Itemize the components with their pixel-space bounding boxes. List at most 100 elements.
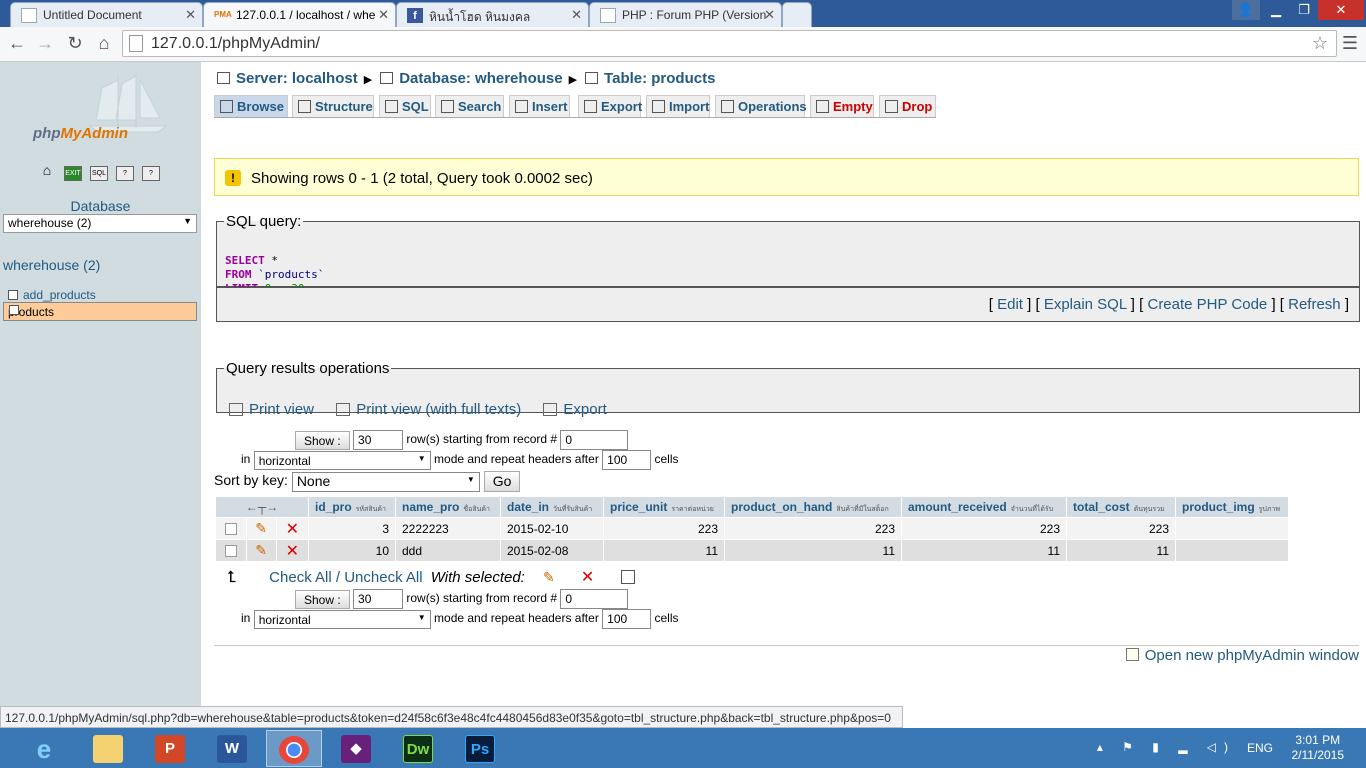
delete-icon[interactable]: ✕: [286, 521, 299, 538]
pencil-icon[interactable]: ✎: [255, 542, 267, 558]
show-button[interactable]: Show :: [295, 589, 350, 609]
delete-icon[interactable]: ✕: [581, 569, 594, 586]
database-heading[interactable]: wherehouse (2): [3, 257, 100, 273]
visual-studio-icon[interactable]: ◆: [328, 730, 384, 767]
database-select[interactable]: wherehouse (2) ▼: [3, 214, 197, 233]
export-icon[interactable]: [620, 570, 635, 584]
column-header[interactable]: date_in วันที่รับสินค้า: [501, 497, 603, 517]
file-explorer-icon[interactable]: [80, 730, 136, 767]
column-header[interactable]: id_pro รหัสสินค้า: [309, 497, 395, 517]
chrome-icon[interactable]: [266, 730, 322, 767]
table-cell[interactable]: 223: [604, 518, 724, 539]
tab-import[interactable]: Import: [646, 95, 710, 117]
repeat-input[interactable]: 100: [602, 609, 652, 629]
start-record-input[interactable]: 0: [560, 430, 629, 450]
table-cell[interactable]: 3: [309, 518, 395, 539]
breadcrumb-table[interactable]: Table: products: [604, 70, 715, 87]
column-name[interactable]: date_in: [507, 500, 549, 514]
column-name[interactable]: id_pro: [315, 500, 352, 514]
close-icon[interactable]: ✕: [185, 7, 196, 23]
column-name[interactable]: name_pro: [402, 500, 459, 514]
close-icon[interactable]: ✕: [571, 7, 582, 23]
create-php-code-link[interactable]: Create PHP Code: [1147, 296, 1267, 313]
restore-icon[interactable]: ❐: [1290, 0, 1318, 20]
table-cell[interactable]: 2015-02-10: [501, 518, 603, 539]
forward-icon[interactable]: →: [34, 33, 56, 54]
tab-search[interactable]: Search: [435, 95, 504, 117]
table-cell[interactable]: 11: [604, 540, 724, 561]
column-header[interactable]: product_img รูปภาพ: [1176, 497, 1288, 517]
column-name[interactable]: amount_received: [908, 500, 1007, 514]
ie-icon[interactable]: e: [16, 730, 72, 767]
pencil-icon[interactable]: ✎: [543, 569, 555, 585]
address-bar[interactable]: 127.0.0.1/phpMyAdmin/ ☆: [122, 30, 1337, 57]
column-header[interactable]: product_on_hand สินค้าที่มีในสต็อก: [725, 497, 901, 517]
tab-browse[interactable]: Browse: [214, 95, 288, 117]
language-indicator[interactable]: ENG: [1247, 741, 1273, 755]
column-header[interactable]: amount_received จำนวนที่ได้รับ: [902, 497, 1066, 517]
browser-tab-3[interactable]: f หินน้ำโฮด หินมงคล ✕: [396, 2, 589, 27]
sidebar-table-add-products[interactable]: add_products: [3, 288, 197, 302]
check-all-link[interactable]: Check All: [269, 569, 332, 586]
mode-select[interactable]: horizontal ▼: [253, 609, 431, 629]
tab-structure[interactable]: Structure: [292, 95, 374, 117]
column-toggle-icon[interactable]: ←┬→: [216, 497, 308, 517]
close-icon[interactable]: ✕: [378, 7, 389, 23]
home-icon[interactable]: ⌂: [93, 33, 115, 54]
pma-logo[interactable]: phpMyAdmin: [33, 125, 128, 142]
new-window-link[interactable]: Open new phpMyAdmin window: [1125, 647, 1359, 664]
table-cell[interactable]: 223: [902, 518, 1066, 539]
table-link[interactable]: add_products: [23, 288, 96, 302]
bookmark-star-icon[interactable]: ☆: [1312, 33, 1328, 54]
table-cell[interactable]: 2015-02-08: [501, 540, 603, 561]
user-icon[interactable]: 👤: [1232, 0, 1260, 20]
reload-icon[interactable]: ↻: [64, 33, 86, 54]
back-icon[interactable]: ←: [6, 33, 28, 54]
print-view-link[interactable]: Print view: [249, 401, 314, 418]
table-cell[interactable]: [1176, 518, 1288, 539]
table-cell[interactable]: 11: [1067, 540, 1175, 561]
browser-tab-1[interactable]: Untitled Document ✕: [10, 2, 203, 27]
close-icon[interactable]: ✕: [764, 7, 775, 23]
mode-select[interactable]: horizontal ▼: [253, 450, 431, 470]
go-button[interactable]: Go: [483, 471, 521, 492]
browser-tab-2[interactable]: PMA 127.0.0.1 / localhost / whe ✕: [203, 2, 396, 27]
print-view-full-link[interactable]: Print view (with full texts): [356, 401, 521, 418]
table-cell[interactable]: 223: [725, 518, 901, 539]
home-icon[interactable]: ⌂: [38, 163, 56, 179]
new-window-text[interactable]: Open new phpMyAdmin window: [1145, 647, 1359, 664]
column-name[interactable]: price_unit: [610, 500, 667, 514]
tab-drop[interactable]: Drop: [879, 95, 936, 117]
row-checkbox[interactable]: [224, 545, 237, 558]
sql-docs-icon[interactable]: ?: [142, 166, 160, 181]
close-window-icon[interactable]: ✕: [1318, 0, 1364, 20]
column-header[interactable]: price_unit ราคาต่อหน่วย: [604, 497, 724, 517]
row-checkbox[interactable]: [224, 523, 237, 536]
column-name[interactable]: product_on_hand: [731, 500, 832, 514]
table-cell[interactable]: [1176, 540, 1288, 561]
word-icon[interactable]: W: [204, 730, 260, 767]
show-button[interactable]: Show :: [295, 430, 350, 450]
rows-input[interactable]: 30: [353, 430, 404, 450]
clock[interactable]: 3:01 PM 2/11/2015: [1292, 733, 1345, 763]
rows-input[interactable]: 30: [353, 589, 404, 609]
explain-sql-link[interactable]: Explain SQL: [1044, 296, 1127, 313]
column-name[interactable]: total_cost: [1073, 500, 1130, 514]
powerpoint-icon[interactable]: P: [142, 730, 198, 767]
sidebar-table-products[interactable]: products: [3, 302, 197, 321]
pencil-icon[interactable]: ✎: [255, 520, 267, 536]
refresh-link[interactable]: Refresh: [1288, 296, 1341, 313]
photoshop-icon[interactable]: Ps: [452, 730, 508, 767]
tab-export[interactable]: Export: [578, 95, 642, 117]
browser-tab-4[interactable]: PHP : Forum PHP (Version ✕: [589, 2, 782, 27]
column-name[interactable]: product_img: [1182, 500, 1255, 514]
breadcrumb-database[interactable]: Database: wherehouse: [399, 70, 562, 87]
table-cell[interactable]: 10: [309, 540, 395, 561]
menu-icon[interactable]: ☰: [1342, 33, 1358, 54]
start-record-input[interactable]: 0: [560, 589, 629, 609]
tray-icons[interactable]: ▴ ⚑ ▮ ▂ ◁): [1097, 740, 1236, 754]
logout-icon[interactable]: EXIT: [64, 166, 82, 181]
docs-icon[interactable]: ?: [116, 166, 134, 181]
table-cell[interactable]: 11: [725, 540, 901, 561]
export-link[interactable]: Export: [563, 401, 606, 418]
